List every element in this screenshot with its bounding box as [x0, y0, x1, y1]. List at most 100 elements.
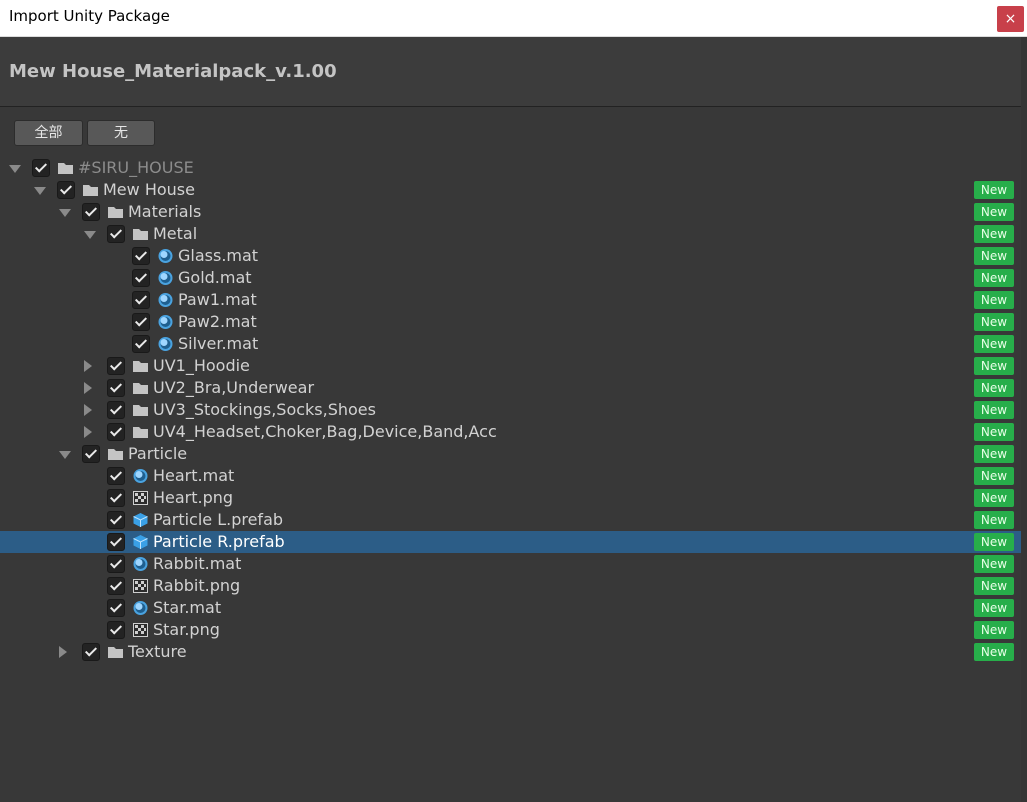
foldout-collapsed-icon[interactable]	[84, 360, 92, 372]
folder-icon	[57, 160, 74, 176]
tree-row[interactable]: #SIRU_HOUSE	[0, 157, 1021, 179]
tree-row[interactable]: UV1_Hoodie New	[0, 355, 1021, 377]
checkbox-checked[interactable]	[82, 445, 100, 463]
new-badge: New	[974, 357, 1014, 375]
tree-item-label: Particle	[128, 444, 188, 463]
new-badge: New	[974, 489, 1014, 507]
tree-row[interactable]: Metal New	[0, 223, 1021, 245]
tree-item-label: Gold.mat	[178, 268, 252, 287]
tree-row[interactable]: Rabbit.mat New	[0, 553, 1021, 575]
new-badge: New	[974, 621, 1014, 639]
checkbox-checked[interactable]	[107, 511, 125, 529]
checkbox-checked[interactable]	[132, 313, 150, 331]
tree-item-label: Star.mat	[153, 598, 222, 617]
checkbox-checked[interactable]	[132, 247, 150, 265]
foldout-expanded-icon[interactable]	[34, 187, 46, 195]
select-all-button[interactable]: 全部	[14, 120, 83, 146]
prefab-icon	[132, 512, 149, 528]
checkbox-checked[interactable]	[107, 423, 125, 441]
asset-tree: #SIRU_HOUSE Mew House New Materials New Metal…	[0, 157, 1027, 667]
tree-row[interactable]: Silver.mat New	[0, 333, 1021, 355]
material-icon	[157, 292, 174, 308]
new-badge: New	[974, 445, 1014, 463]
checkbox-checked[interactable]	[107, 467, 125, 485]
tree-row[interactable]: Particle New	[0, 443, 1021, 465]
checkbox-checked[interactable]	[107, 379, 125, 397]
foldout-collapsed-icon[interactable]	[84, 426, 92, 438]
tree-item-label: Particle R.prefab	[153, 532, 285, 551]
close-button[interactable]: ×	[997, 6, 1024, 32]
foldout-expanded-icon[interactable]	[84, 231, 96, 239]
tree-row[interactable]: Heart.png New	[0, 487, 1021, 509]
new-badge: New	[974, 555, 1014, 573]
tree-row-selected[interactable]: Particle R.prefab New	[0, 531, 1021, 553]
checkbox-checked[interactable]	[132, 335, 150, 353]
new-badge: New	[974, 313, 1014, 331]
title-bar: Import Unity Package ×	[0, 0, 1027, 37]
tree-row[interactable]: Materials New	[0, 201, 1021, 223]
checkbox-checked[interactable]	[107, 489, 125, 507]
tree-item-label: Rabbit.png	[153, 576, 241, 595]
checkbox-checked[interactable]	[82, 203, 100, 221]
foldout-expanded-icon[interactable]	[9, 165, 21, 173]
tree-row[interactable]: UV3_Stockings,Socks,Shoes New	[0, 399, 1021, 421]
checkbox-checked[interactable]	[32, 159, 50, 177]
checkbox-checked[interactable]	[107, 225, 125, 243]
tree-row[interactable]: Heart.mat New	[0, 465, 1021, 487]
tree-item-label: Mew House	[103, 180, 195, 199]
folder-icon	[132, 358, 149, 374]
checkbox-checked[interactable]	[107, 401, 125, 419]
foldout-collapsed-icon[interactable]	[59, 646, 67, 658]
material-icon	[132, 600, 149, 616]
tree-item-label: Paw2.mat	[178, 312, 257, 331]
tree-row[interactable]: Texture New	[0, 641, 1021, 663]
checkbox-checked[interactable]	[82, 643, 100, 661]
tree-row[interactable]: Mew House New	[0, 179, 1021, 201]
new-badge: New	[974, 225, 1014, 243]
tree-row[interactable]: UV4_Headset,Choker,Bag,Device,Band,Acc Ne…	[0, 421, 1021, 443]
tree-row[interactable]: Glass.mat New	[0, 245, 1021, 267]
new-badge: New	[974, 511, 1014, 529]
tree-item-label: Particle L.prefab	[153, 510, 284, 529]
material-icon	[132, 468, 149, 484]
checkbox-checked[interactable]	[107, 533, 125, 551]
foldout-expanded-icon[interactable]	[59, 451, 71, 459]
tree-item-label: UV3_Stockings,Socks,Shoes	[153, 400, 376, 419]
checkbox-checked[interactable]	[57, 181, 75, 199]
select-none-button[interactable]: 无	[87, 120, 155, 146]
tree-item-label: UV2_Bra,Underwear	[153, 378, 315, 397]
foldout-collapsed-icon[interactable]	[84, 404, 92, 416]
new-badge: New	[974, 379, 1014, 397]
checkbox-checked[interactable]	[132, 269, 150, 287]
checkbox-checked[interactable]	[107, 357, 125, 375]
tree-row[interactable]: Particle L.prefab New	[0, 509, 1021, 531]
folder-icon	[132, 226, 149, 242]
tree-row[interactable]: UV2_Bra,Underwear New	[0, 377, 1021, 399]
tree-row[interactable]: Rabbit.png New	[0, 575, 1021, 597]
checkbox-checked[interactable]	[132, 291, 150, 309]
checkbox-checked[interactable]	[107, 555, 125, 573]
new-badge: New	[974, 423, 1014, 441]
tree-row[interactable]: Paw1.mat New	[0, 289, 1021, 311]
checkbox-checked[interactable]	[107, 577, 125, 595]
new-badge: New	[974, 533, 1014, 551]
tree-row[interactable]: Paw2.mat New	[0, 311, 1021, 333]
tree-row[interactable]: Star.png New	[0, 619, 1021, 641]
material-icon	[157, 248, 174, 264]
folder-icon	[107, 644, 124, 660]
checkbox-checked[interactable]	[107, 621, 125, 639]
package-name: Mew House_Materialpack_v.1.00	[9, 61, 337, 82]
tree-row[interactable]: Gold.mat New	[0, 267, 1021, 289]
checkbox-checked[interactable]	[107, 599, 125, 617]
tree-item-label: Metal	[153, 224, 198, 243]
foldout-collapsed-icon[interactable]	[84, 382, 92, 394]
tree-item-label: Materials	[128, 202, 202, 221]
material-icon	[157, 336, 174, 352]
new-badge: New	[974, 577, 1014, 595]
tree-item-label: Heart.png	[153, 488, 234, 507]
foldout-expanded-icon[interactable]	[59, 209, 71, 217]
tree-item-label: Rabbit.mat	[153, 554, 242, 573]
tree-row[interactable]: Star.mat New	[0, 597, 1021, 619]
folder-icon	[82, 182, 99, 198]
texture-icon	[132, 490, 149, 506]
